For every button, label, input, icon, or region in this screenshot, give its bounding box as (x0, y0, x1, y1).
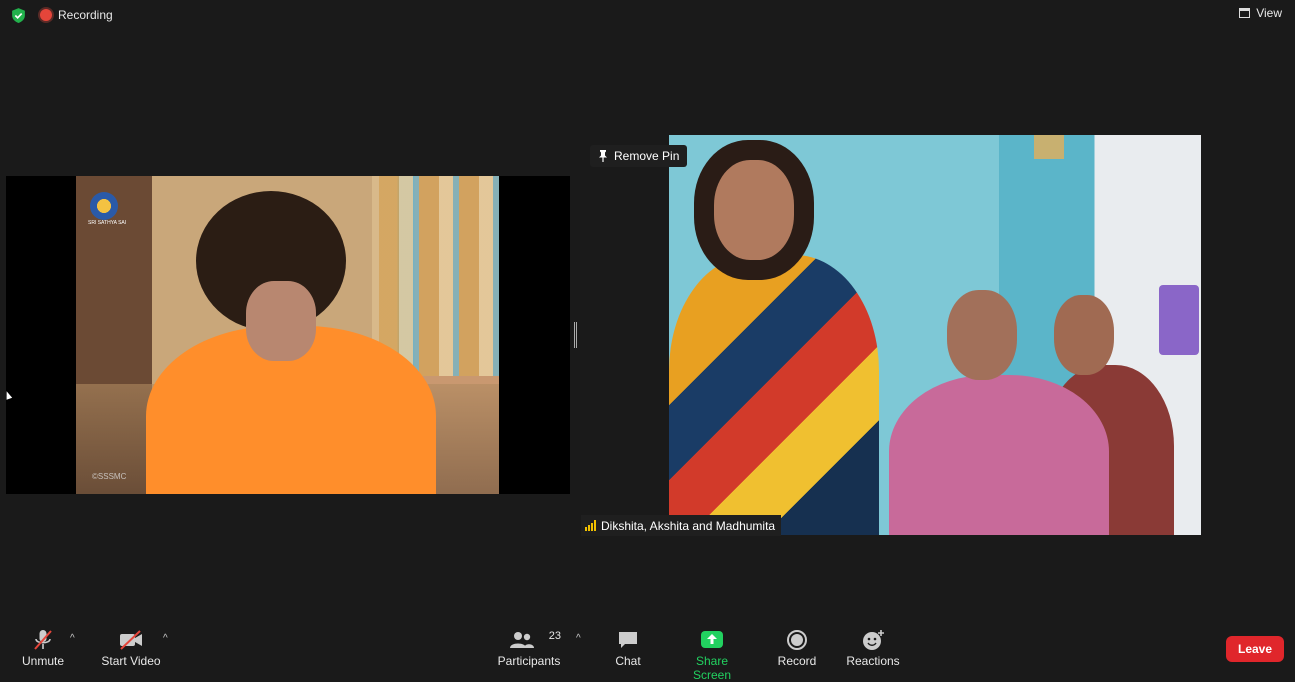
participants-button[interactable]: 23 Participants (497, 628, 561, 668)
video-watermark: ©SSSMC (92, 472, 127, 481)
record-label: Record (777, 654, 817, 668)
unmute-label: Unmute (21, 654, 65, 668)
video-options-caret-icon[interactable]: ^ (163, 633, 168, 644)
chat-bubble-icon (619, 632, 637, 648)
pin-icon (599, 150, 607, 162)
participant-name: Dikshita, Akshita and Madhumita (601, 518, 776, 533)
view-label: View (1256, 6, 1282, 20)
shared-video-frame: SRI SATHYA SAI ©SSSMC (76, 176, 499, 494)
chat-label: Chat (615, 654, 641, 668)
record-icon (787, 630, 807, 650)
recording-label: Recording (58, 8, 113, 22)
signal-strength-icon (585, 520, 596, 531)
microphone-muted-icon (34, 630, 52, 650)
remove-pin-button[interactable]: Remove Pin (590, 145, 688, 167)
participants-options-caret-icon[interactable]: ^ (576, 633, 581, 644)
pinned-participant-video[interactable] (669, 135, 1201, 535)
participants-icon (509, 632, 534, 648)
participants-count: 23 (548, 630, 561, 642)
leave-meeting-button[interactable]: Leave (1226, 636, 1284, 662)
recording-dot-icon (40, 9, 52, 21)
start-video-label: Start Video (101, 654, 161, 668)
shared-video-tile[interactable]: SRI SATHYA SAI ©SSSMC (6, 176, 570, 494)
reactions-smiley-icon (863, 630, 884, 650)
participant-name-tag: Dikshita, Akshita and Madhumita (581, 515, 782, 536)
record-button[interactable]: Record (776, 628, 818, 668)
leave-label: Leave (1237, 642, 1273, 656)
share-screen-button[interactable]: Share Screen (676, 628, 748, 682)
chat-button[interactable]: Chat (610, 628, 646, 668)
channel-logo-icon (90, 192, 118, 220)
tile-resize-handle[interactable] (574, 322, 577, 348)
recording-indicator[interactable]: Recording (40, 6, 113, 24)
view-button[interactable]: View (1239, 6, 1282, 20)
reactions-label: Reactions (846, 654, 900, 668)
audio-options-caret-icon[interactable]: ^ (70, 633, 75, 644)
video-camera-off-icon (120, 630, 142, 650)
remove-pin-label: Remove Pin (614, 149, 680, 163)
share-screen-icon (701, 631, 723, 648)
reactions-button[interactable]: Reactions (846, 628, 900, 668)
start-video-button[interactable]: Start Video (101, 628, 161, 668)
share-screen-label: Share Screen (692, 654, 732, 682)
channel-logo-text: SRI SATHYA SAI (88, 220, 127, 226)
participants-label: Participants (497, 654, 561, 668)
security-shield-icon[interactable] (10, 7, 27, 24)
view-grid-icon (1239, 8, 1251, 18)
unmute-button[interactable]: Unmute (21, 628, 65, 668)
